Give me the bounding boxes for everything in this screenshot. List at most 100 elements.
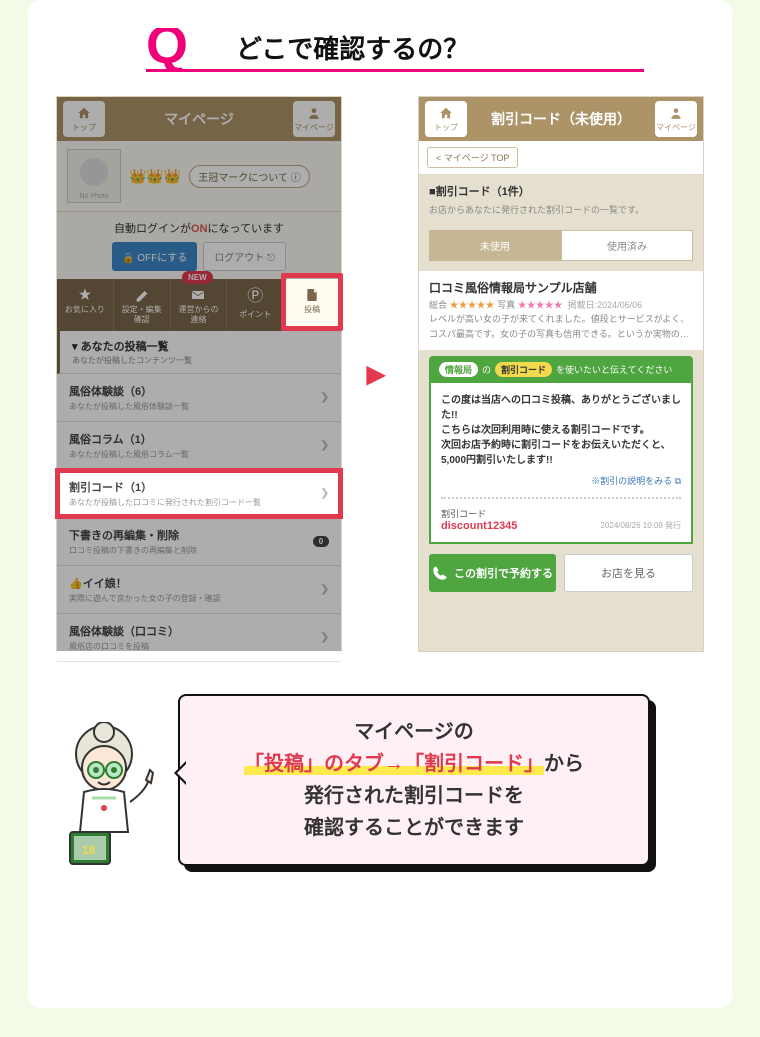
banner-pill-code: 割引コード — [495, 362, 552, 377]
item1-sub: あなたが投稿した風俗体験談一覧 — [69, 401, 189, 412]
turn-off-button[interactable]: 🔒 OFFにする — [112, 242, 197, 271]
item3-title: 割引コード（1） — [69, 482, 152, 494]
rating-row: 総合 ★★★★★ 写真 ★★★★★ 掲載日:2024/06/06 — [429, 298, 693, 311]
item1-title: 風俗体験談（6） — [69, 386, 152, 398]
list-item-drafts[interactable]: 下書きの再編集・削除口コミ投稿の下書きの再編集と削除 0 — [57, 518, 341, 566]
bubble-line-2: 「投稿」のタブ→「割引コード」から — [206, 748, 622, 780]
rating-photo-stars: ★★★★★ — [518, 300, 563, 310]
crown-info-button[interactable]: 王冠マークについて ⓘ — [189, 165, 309, 188]
tab-posts[interactable]: 投稿 — [284, 279, 341, 331]
section-header: ■割引コード（1件） — [419, 175, 703, 203]
reserve-label: この割引で予約する — [454, 565, 553, 581]
bubble-highlighted: 「投稿」のタブ→「割引コード」 — [244, 753, 544, 775]
nav-mypage-label: マイページ — [294, 122, 334, 133]
seg-tab-unused[interactable]: 未使用 — [429, 230, 561, 261]
screenshot-mypage: トップ マイページ マイページ No Photo 👑👑👑 王冠マークについて ⓘ… — [56, 96, 342, 652]
screenshots-row: トップ マイページ マイページ No Photo 👑👑👑 王冠マークについて ⓘ… — [56, 96, 704, 652]
item2-title: 風俗コラム（1） — [69, 434, 152, 446]
chevron-right-icon: ❯ — [321, 440, 329, 451]
section-subtext: お店からあなたに発行された割引コードの一覧です。 — [419, 203, 703, 224]
navbar: トップ 割引コード（未使用） マイページ — [419, 97, 703, 141]
chevron-right-icon: ❯ — [321, 392, 329, 403]
breadcrumb-back-button[interactable]: < マイページ TOP — [427, 147, 518, 168]
crown-icons: 👑👑👑 — [129, 168, 181, 185]
item6-title: 風俗体験談（口コミ） — [69, 626, 179, 638]
profile-row: No Photo 👑👑👑 王冠マークについて ⓘ — [57, 141, 341, 212]
points-icon: Ⓟ — [247, 287, 263, 308]
arrow-right-icon: ▶ — [367, 360, 385, 389]
nav-top-button[interactable]: トップ — [425, 101, 467, 137]
code-msg-3: 次回お店予約時に割引コードをお伝えいただくと、5,000円割引いたします!! — [441, 438, 681, 468]
tab-points[interactable]: Ⓟ ポイント — [227, 279, 284, 331]
nav-mypage-label: マイページ — [656, 122, 696, 133]
reserve-button[interactable]: この割引で予約する — [429, 554, 556, 592]
view-store-button[interactable]: お店を見る — [564, 554, 693, 592]
item4-title: 下書きの再編集・削除 — [69, 530, 179, 542]
avatar-label: No Photo — [79, 193, 108, 200]
bubble-line-4: 確認することができます — [206, 812, 622, 844]
bubble-line-1: マイページの — [206, 716, 622, 748]
review-text-2: コスパ最高です。女の子の写真も信用できる。というか実物の… — [429, 328, 693, 341]
code-issued: 2024/08/26 10:08 発行 — [600, 520, 681, 531]
post-date: 掲載日:2024/06/06 — [568, 300, 643, 310]
q-marker: Q — [146, 28, 188, 72]
breadcrumb-row: < マイページ TOP — [419, 141, 703, 175]
chevron-right-icon: ❯ — [321, 632, 329, 643]
divider — [441, 497, 681, 499]
navbar: トップ マイページ マイページ — [57, 97, 341, 141]
mypage-tabs: NEW お気に入り 設定・編集 確認 運営からの 連絡 Ⓟ ポイント — [57, 279, 341, 331]
nav-mypage-button[interactable]: マイページ — [655, 101, 697, 137]
banner-no: の — [482, 363, 491, 376]
segmented-tabs: 未使用 使用済み — [429, 230, 693, 261]
new-badge: NEW — [182, 271, 213, 284]
chevron-right-icon: ❯ — [321, 584, 329, 595]
rating-total-label: 総合 — [429, 300, 447, 310]
seg-tab-used[interactable]: 使用済み — [561, 230, 693, 261]
posts-header-sub: あなたが投稿したコンテンツ一覧 — [72, 356, 192, 365]
mascot-illustration: 18 — [34, 722, 174, 882]
list-item-experiences[interactable]: 風俗体験談（6） あなたが投稿した風俗体験談一覧 ❯ — [57, 374, 341, 422]
info-banner: 情報局 の 割引コード を使いたいと伝えてください — [429, 356, 693, 383]
draft-count-badge: 0 — [313, 536, 329, 547]
discount-code-box: この度は当店への口コミ投稿、ありがとうございました!! こちらは次回利用時に使え… — [429, 383, 693, 544]
auto-login-row: 自動ログインがONになっています 🔒 OFFにする ログアウト ⎋ — [57, 212, 341, 279]
code-label: 割引コード — [441, 509, 486, 519]
speech-bubble: マイページの 「投稿」のタブ→「割引コード」から 発行された割引コードを 確認す… — [178, 694, 650, 866]
item5-title: 👍イイ娘！ — [69, 578, 127, 590]
cta-row: この割引で予約する お店を見る — [429, 554, 693, 592]
list-item-discount-codes[interactable]: 割引コード（1）あなたが投稿した口コミに発行された割引コード一覧 ❯ — [57, 470, 341, 518]
chevron-right-icon: ❯ — [321, 488, 329, 499]
tab-notifications[interactable]: 運営からの 連絡 — [171, 279, 228, 331]
list-item-reviews[interactable]: 風俗体験談（口コミ） 風俗店の口コミを投稿 ❯ — [57, 614, 341, 662]
store-card: 口コミ風俗情報局サンプル店舗 総合 ★★★★★ 写真 ★★★★★ 掲載日:202… — [419, 271, 703, 350]
review-text-1: レベルが高い女の子が来てくれました。値段とサービスがよく、 — [429, 313, 693, 326]
bubble-line-3: 発行された割引コードを — [206, 780, 622, 812]
item6-sub: 風俗店の口コミを投稿 — [69, 641, 179, 652]
posts-list-header: ▾ あなたの投稿一覧 あなたが投稿したコンテンツ一覧 — [57, 331, 341, 374]
nav-top-label: トップ — [434, 122, 458, 133]
tab-favorites-label: お気に入り — [65, 305, 105, 315]
banner-pill-info: 情報局 — [439, 362, 478, 377]
posts-header-title: ▾ あなたの投稿一覧 — [72, 341, 169, 353]
nav-top-button[interactable]: トップ — [63, 101, 105, 137]
rating-photo-label: 写真 — [497, 300, 515, 310]
login-text-post: になっています — [208, 223, 284, 235]
banner-rest: を使いたいと伝えてください — [556, 363, 672, 376]
tab-posts-label: 投稿 — [304, 305, 320, 315]
discount-explain-link[interactable]: ※割引の説明をみる ⧉ — [441, 474, 681, 487]
tab-notifications-label: 運営からの 連絡 — [178, 305, 218, 326]
nav-mypage-button[interactable]: マイページ — [293, 101, 335, 137]
code-value: discount12345 — [441, 520, 517, 532]
item5-sub: 実際に遊んで良かった女の子の登録・確認 — [69, 593, 221, 604]
list-item-good-girl[interactable]: 👍イイ娘！ 実際に遊んで良かった女の子の登録・確認 ❯ — [57, 566, 341, 614]
list-item-columns[interactable]: 風俗コラム（1）あなたが投稿した風俗コラム一覧 ❯ — [57, 422, 341, 470]
bubble-line2-post: から — [544, 753, 584, 775]
tab-settings[interactable]: 設定・編集 確認 — [114, 279, 171, 331]
navbar-title: 割引コード（未使用） — [491, 109, 631, 129]
tab-points-label: ポイント — [239, 310, 271, 320]
question-heading: Q どこで確認するの？ — [146, 28, 644, 72]
tab-favorites[interactable]: お気に入り — [57, 279, 114, 331]
question-title: どこで確認するの？ — [236, 29, 469, 66]
logout-button[interactable]: ログアウト ⎋ — [203, 242, 286, 271]
item4-sub: 口コミ投稿の下書きの再編集と削除 — [69, 545, 197, 556]
